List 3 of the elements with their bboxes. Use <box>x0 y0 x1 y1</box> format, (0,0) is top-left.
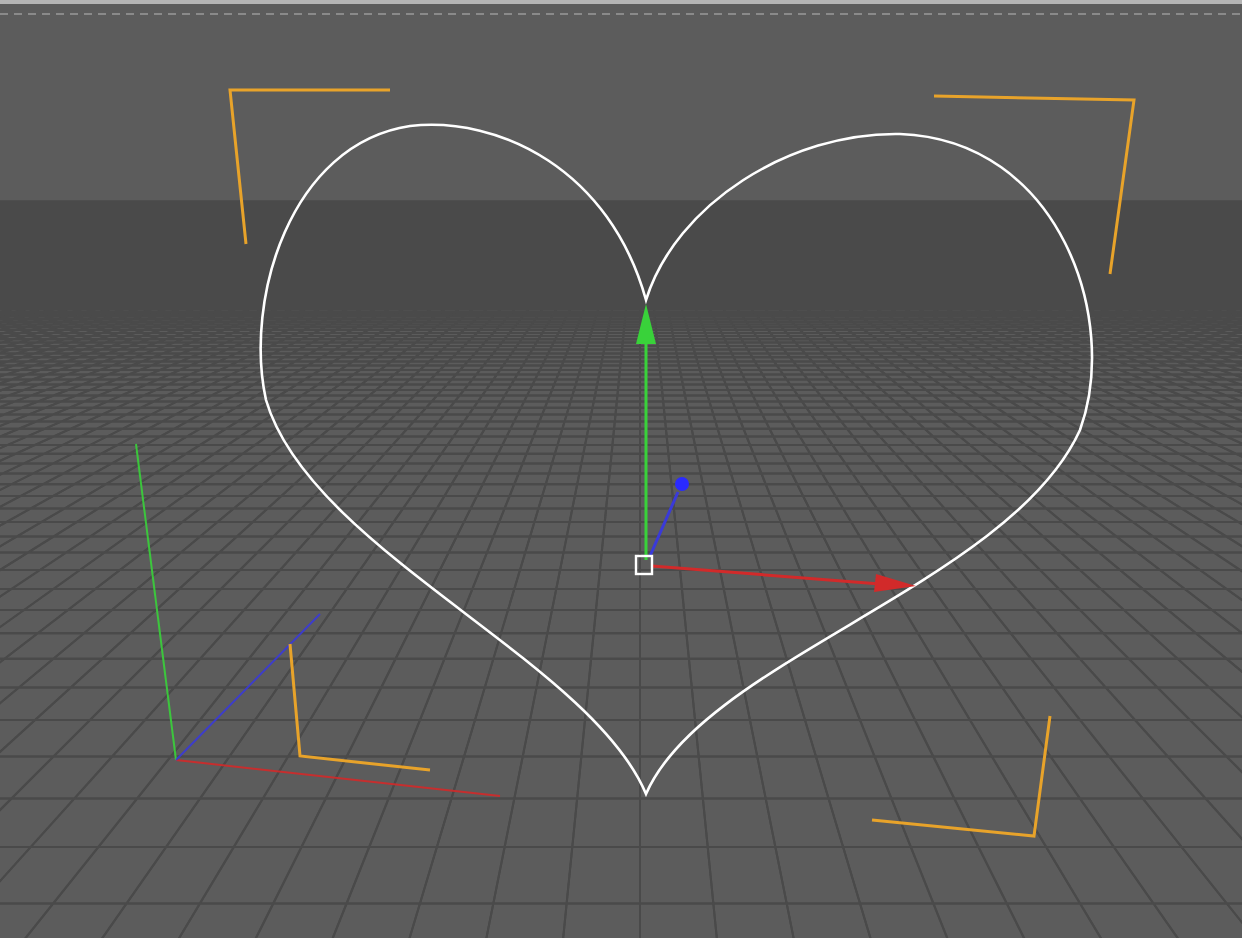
move-gizmo-drawing[interactable] <box>634 304 916 592</box>
viewport-background[interactable] <box>0 0 1242 938</box>
heart-curve[interactable] <box>259 123 1093 796</box>
